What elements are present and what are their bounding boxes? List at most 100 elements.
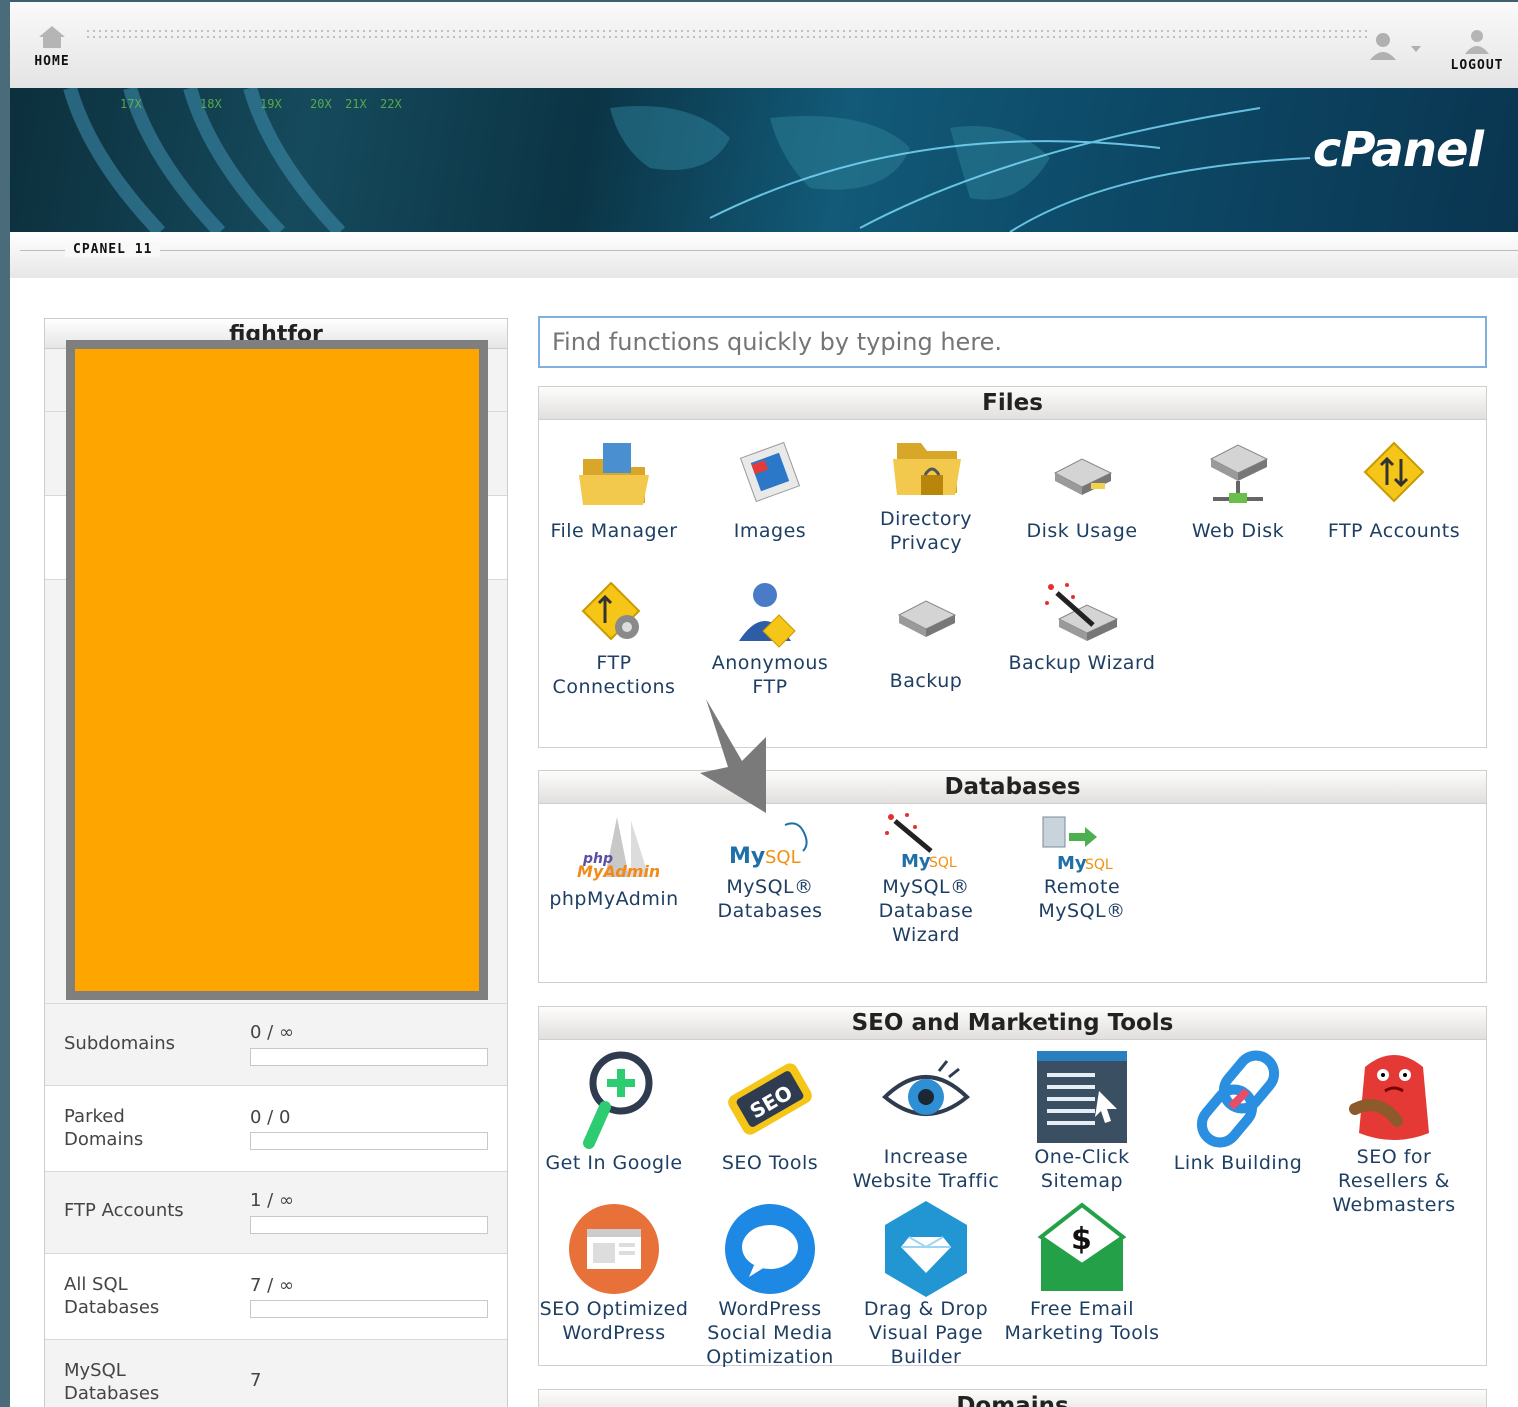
- remote-mysql-item[interactable]: My SQL Remote MySQL®: [1004, 811, 1160, 923]
- item-label: One-Click Sitemap: [1034, 1146, 1130, 1192]
- home-link[interactable]: HOME: [22, 24, 82, 69]
- disk-icon: [1053, 458, 1113, 495]
- stat-value: 0 / ∞: [250, 1022, 294, 1043]
- phpmyadmin-item[interactable]: php MyAdmin phpMyAdmin: [536, 811, 692, 911]
- disk-usage-item[interactable]: Disk Usage: [1004, 429, 1160, 543]
- folder-lock-icon: [893, 443, 961, 495]
- increase-website-traffic-item[interactable]: Increase Website Traffic: [848, 1047, 1004, 1207]
- svg-text:21X: 21X: [345, 97, 367, 111]
- seo-tag-icon: SEO: [728, 1063, 812, 1135]
- folder-icon: [579, 443, 649, 505]
- svg-text:SQL: SQL: [765, 847, 801, 868]
- item-label: SEO for Resellers & Webmasters: [1332, 1146, 1456, 1216]
- ftp-connections-item[interactable]: FTP Connections: [536, 579, 692, 699]
- item-label: Drag & Drop Visual Page Builder: [863, 1298, 989, 1368]
- seo-tools-item[interactable]: SEO SEO Tools: [692, 1047, 848, 1175]
- item-label: MySQL® Databases: [717, 876, 823, 922]
- sitemap-icon: [1037, 1051, 1127, 1143]
- item-label: Anonymous FTP: [711, 652, 829, 698]
- backup-icon: [897, 600, 957, 637]
- directory-privacy-item[interactable]: Directory Privacy: [848, 429, 1004, 555]
- web-disk-item[interactable]: Web Disk: [1160, 429, 1316, 543]
- eye-icon: [882, 1060, 970, 1116]
- backup-wizard-icon: [1045, 583, 1119, 641]
- item-label: Free Email Marketing Tools: [1004, 1298, 1160, 1344]
- file-manager-item[interactable]: File Manager: [536, 429, 692, 543]
- usage-bar: [250, 1300, 488, 1318]
- top-nav-bar: HOME LOGOUT: [10, 0, 1518, 88]
- svg-text:SQL: SQL: [929, 855, 957, 871]
- seo-optimized-wordpress-item[interactable]: SEO Optimized WordPress: [536, 1199, 692, 1345]
- get-in-google-item[interactable]: Get In Google: [536, 1047, 692, 1175]
- stat-label: MySQL Databases: [64, 1360, 160, 1404]
- item-label: MySQL® Database Wizard: [878, 876, 974, 946]
- svg-text:22X: 22X: [380, 97, 402, 111]
- mysql-databases-item[interactable]: My SQL MySQL® Databases: [692, 811, 848, 923]
- wordpress-social-media-item[interactable]: WordPress Social Media Optimization: [692, 1199, 848, 1369]
- usage-bar: [250, 1048, 488, 1066]
- group-title: Files: [539, 387, 1486, 420]
- item-label: Web Disk: [1191, 520, 1285, 542]
- usage-bar: [250, 1216, 488, 1234]
- version-rule: [20, 250, 1518, 251]
- images-icon: [739, 441, 801, 503]
- svg-text:SQL: SQL: [1085, 857, 1113, 873]
- backup-wizard-item[interactable]: Backup Wizard: [1004, 579, 1160, 675]
- web-disk-icon: [1209, 444, 1269, 503]
- link-building-item[interactable]: Link Building: [1160, 1047, 1316, 1175]
- backup-item[interactable]: Backup: [848, 579, 1004, 693]
- version-bar: CPANEL 11: [10, 232, 1518, 278]
- pointer-arrow-annotation: [700, 699, 766, 813]
- item-label: File Manager: [550, 520, 678, 542]
- group-title: SEO and Marketing Tools: [539, 1007, 1486, 1040]
- domains-group: Domains: [538, 1389, 1487, 1407]
- stats-row-parked-domains: Parked Domains 0 / 0: [45, 1085, 507, 1171]
- svg-text:My: My: [729, 844, 765, 869]
- dollar-envelope-icon: $: [1037, 1202, 1127, 1291]
- item-label: Disk Usage: [1026, 520, 1138, 542]
- logout-link[interactable]: LOGOUT: [1442, 28, 1512, 73]
- usage-bar: [250, 1132, 488, 1150]
- item-label: Images: [733, 520, 807, 542]
- item-label: SEO Optimized WordPress: [539, 1298, 689, 1344]
- item-label: SEO Tools: [721, 1152, 819, 1174]
- logout-icon: [1465, 30, 1489, 54]
- stats-row-subdomains: Subdomains 0 / ∞: [45, 1003, 507, 1085]
- one-click-sitemap-item[interactable]: One-Click Sitemap: [1004, 1047, 1160, 1193]
- user-menu[interactable]: [1365, 30, 1425, 62]
- stat-value: 0 / 0: [250, 1107, 291, 1128]
- item-label: Backup Wizard: [1008, 652, 1156, 674]
- svg-text:20X: 20X: [310, 97, 332, 111]
- stat-label: FTP Accounts: [64, 1200, 184, 1221]
- drag-drop-page-builder-item[interactable]: Drag & Drop Visual Page Builder: [848, 1199, 1004, 1369]
- stat-label: Parked Domains: [64, 1106, 144, 1150]
- free-email-marketing-item[interactable]: $ Free Email Marketing Tools: [1004, 1199, 1160, 1345]
- cpanel-logo: cPanel: [1312, 122, 1484, 178]
- cpanel-banner: 17X 18X 19X 20X 21X 22X cPanel: [10, 88, 1518, 232]
- seo-marketing-group: SEO and Marketing Tools Get In Google SE…: [536, 1006, 1487, 1369]
- remote-mysql-icon: MySQL: [1042, 816, 1113, 874]
- mysql-database-wizard-item[interactable]: My SQL MySQL® Database Wizard: [848, 811, 1004, 947]
- mysql-wizard-icon: MySQL: [885, 813, 957, 872]
- item-label: Increase Website Traffic: [852, 1146, 1000, 1192]
- stats-row-all-sql: All SQL Databases 7 / ∞: [45, 1253, 507, 1339]
- item-label: Directory Privacy: [879, 508, 973, 554]
- search-input[interactable]: [538, 316, 1487, 368]
- ftp-accounts-item[interactable]: FTP Accounts: [1316, 429, 1472, 543]
- seo-resellers-item[interactable]: SEO for Resellers & Webmasters: [1316, 1047, 1472, 1217]
- ftp-gear-icon: [581, 581, 641, 641]
- databases-group: Databases php MyAdmin phpMyAdmin My SQL My…: [538, 770, 1487, 983]
- group-title: Domains: [539, 1390, 1486, 1407]
- stats-row-mysql: MySQL Databases 7: [45, 1339, 507, 1407]
- item-label: FTP Accounts: [1327, 520, 1461, 542]
- item-label: Backup: [889, 670, 963, 692]
- images-item[interactable]: Images: [692, 429, 848, 543]
- stat-label: Subdomains: [64, 1033, 176, 1054]
- mysql-icon: My SQL: [729, 822, 808, 869]
- anonymous-ftp-item[interactable]: Anonymous FTP: [692, 579, 848, 699]
- stat-label: All SQL Databases: [64, 1274, 160, 1318]
- redaction-box: [66, 340, 488, 1000]
- stats-row-ftp-accounts: FTP Accounts 1 / ∞: [45, 1171, 507, 1253]
- wordpress-window-icon: [569, 1204, 659, 1294]
- svg-text:17X: 17X: [120, 97, 142, 111]
